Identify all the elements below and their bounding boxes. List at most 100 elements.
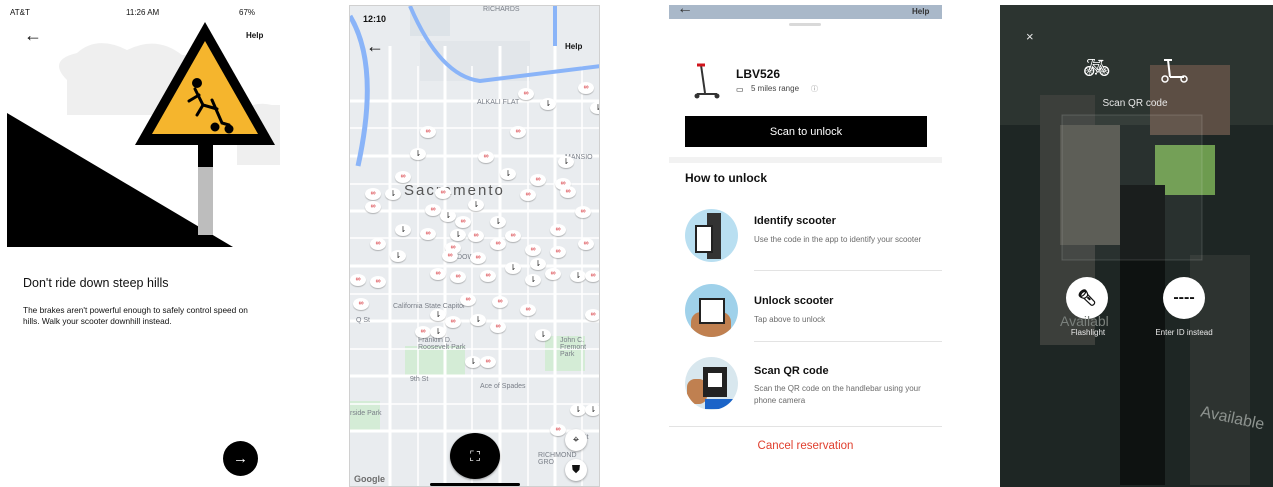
scan-frame-icon: ⛶ [470,447,480,464]
scooter-marker[interactable]: ⇂ [540,98,556,110]
bike-marker[interactable]: ∞ [420,228,436,240]
bike-marker[interactable]: ∞ [455,216,471,228]
step-description: Scan the QR code on the handlebar using … [754,384,921,405]
bike-marker[interactable]: ∞ [415,326,431,338]
bike-marker[interactable]: ∞ [425,204,441,216]
locate-me-button[interactable]: ⌖ [565,429,587,451]
bike-marker[interactable]: ∞ [395,171,411,183]
scooter-marker[interactable]: ⇂ [440,210,456,222]
bike-marker[interactable]: ∞ [470,252,486,264]
back-arrow-icon[interactable]: ← [24,25,42,46]
bike-marker[interactable]: ∞ [550,424,566,436]
bike-marker[interactable]: ∞ [585,270,599,282]
step-title: Identify scooter [754,215,836,227]
bike-marker[interactable]: ∞ [450,271,466,283]
home-indicator [430,483,520,486]
scooter-icon [694,63,720,99]
identify-illustration [685,209,738,262]
scooter-marker[interactable]: ⇂ [430,309,446,321]
map-screen: 12:10 ← Help RICHARDS ALKALI FLAT MANSIO… [349,5,600,487]
scooter-marker[interactable]: ⇂ [530,258,546,270]
shield-icon: ⛊ [571,463,581,476]
bike-marker[interactable]: ∞ [490,238,506,250]
scooter-marker[interactable]: ⇂ [430,326,446,338]
bike-marker[interactable]: ∞ [525,244,541,256]
back-arrow-icon[interactable]: ← [677,5,693,18]
bike-marker[interactable]: ∞ [575,206,591,218]
bike-marker[interactable]: ∞ [435,187,451,199]
scooter-marker[interactable]: ⇂ [395,224,411,236]
bike-marker[interactable]: ∞ [365,201,381,213]
scooter-marker[interactable]: ⇂ [585,404,599,416]
help-link[interactable]: Help [912,7,929,16]
qr-scanner-screen: × 🚲︎ Scan QR code 🔦︎ Flashlight Availabl… [1000,5,1273,487]
scooter-marker[interactable]: ⇂ [505,262,521,274]
sheet-handle[interactable] [789,23,821,26]
scooter-marker[interactable]: ⇂ [390,250,406,262]
bike-marker[interactable]: ∞ [492,296,508,308]
scooter-marker[interactable]: ⇂ [470,314,486,326]
bike-marker[interactable]: ∞ [468,230,484,242]
bike-marker[interactable]: ∞ [445,316,461,328]
bike-marker[interactable]: ∞ [420,126,436,138]
scooter-marker[interactable]: ⇂ [570,404,586,416]
scooter-marker[interactable]: ⇂ [490,216,506,228]
step-title: Unlock scooter [754,295,834,307]
bike-marker[interactable]: ∞ [530,174,546,186]
scooter-marker[interactable]: ⇂ [558,156,574,168]
scooter-marker[interactable]: ⇂ [525,274,541,286]
bike-marker[interactable]: ∞ [545,268,561,280]
info-icon[interactable]: ⓘ [811,84,818,94]
bike-marker[interactable]: ∞ [365,188,381,200]
cancel-reservation-button[interactable]: Cancel reservation [669,440,942,452]
bike-marker[interactable]: ∞ [510,126,526,138]
bike-marker[interactable]: ∞ [520,189,536,201]
bike-marker[interactable]: ∞ [585,309,599,321]
bike-marker[interactable]: ∞ [560,186,576,198]
scooter-marker[interactable]: ⇂ [535,329,551,341]
bike-marker[interactable]: ∞ [430,268,446,280]
scan-to-unlock-button[interactable]: Scan to unlock [685,116,927,147]
bike-marker[interactable]: ∞ [480,356,496,368]
help-link[interactable]: Help [246,31,263,40]
bike-marker[interactable]: ∞ [578,238,594,250]
bike-marker[interactable]: ∞ [442,250,458,262]
map-label-park: rside Park [350,410,382,417]
back-arrow-icon[interactable]: ← [366,36,384,57]
bike-marker[interactable]: ∞ [370,276,386,288]
bike-marker[interactable]: ∞ [370,238,386,250]
bike-marker[interactable]: ∞ [353,298,369,310]
scooter-marker[interactable]: ⇂ [570,270,586,282]
tip-description: The brakes aren't powerful enough to saf… [23,305,248,326]
divider [669,426,942,427]
scooter-marker[interactable]: ⇂ [450,229,466,241]
bike-marker[interactable]: ∞ [505,230,521,242]
safety-button[interactable]: ⛊ [565,459,587,481]
bike-marker[interactable]: ∞ [520,304,536,316]
scooter-marker[interactable]: ⇂ [468,199,484,211]
scooter-marker[interactable]: ⇂ [500,168,516,180]
scooter-marker[interactable]: ⇂ [465,356,481,368]
bike-marker[interactable]: ∞ [460,294,476,306]
map-label-alkali: ALKALI FLAT [477,99,520,106]
bike-marker[interactable]: ∞ [518,88,534,100]
bike-marker[interactable]: ∞ [550,246,566,258]
close-icon[interactable]: × [1026,29,1034,44]
scooter-marker[interactable]: ⇂ [385,188,401,200]
scooter-marker[interactable]: ⇂ [410,148,426,160]
bike-mode-icon[interactable]: 🚲︎ [1083,55,1111,81]
bike-marker[interactable]: ∞ [490,321,506,333]
bike-marker[interactable]: ∞ [480,270,496,282]
bike-marker[interactable]: ∞ [350,274,366,286]
next-button[interactable]: → [223,441,258,476]
enter-id-button[interactable]: ---- [1163,277,1205,319]
scooter-marker[interactable]: ⇂ [590,102,599,114]
scan-button[interactable]: ⛶ [450,433,500,479]
bike-marker[interactable]: ∞ [478,151,494,163]
range-label: 5 miles range [751,84,800,93]
bike-marker[interactable]: ∞ [550,224,566,236]
scooter-mode-icon[interactable] [1160,57,1188,83]
help-link[interactable]: Help [565,42,582,51]
bike-marker[interactable]: ∞ [578,82,594,94]
vehicle-plate: LBV526 [736,67,781,81]
